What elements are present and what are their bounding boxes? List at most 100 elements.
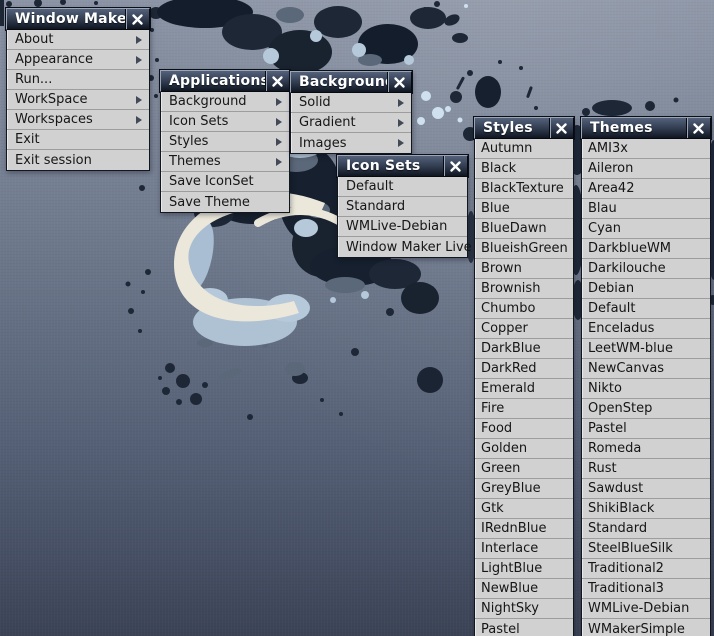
menu-item-label: Darkilouche	[588, 259, 666, 278]
menu-item-steelbluesilk[interactable]: SteelBlueSilk	[582, 539, 710, 559]
menu-item-cyan[interactable]: Cyan	[582, 219, 710, 239]
close-button[interactable]	[125, 9, 149, 29]
menu-item-gradient[interactable]: Gradient	[291, 113, 411, 133]
menu-item-golden[interactable]: Golden	[475, 439, 573, 459]
menu-item-about[interactable]: About	[7, 30, 149, 50]
menu-titlebar[interactable]: Themes	[581, 117, 711, 139]
menu-item-pastel[interactable]: Pastel	[475, 619, 573, 636]
menu-item-brownish[interactable]: Brownish	[475, 279, 573, 299]
menu-item-blacktexture[interactable]: BlackTexture	[475, 179, 573, 199]
menu-item-leetwm-blue[interactable]: LeetWM-blue	[582, 339, 710, 359]
menu-item-blau[interactable]: Blau	[582, 199, 710, 219]
menu-item-themes[interactable]: Themes	[161, 152, 289, 172]
close-button[interactable]	[443, 156, 467, 176]
menu-item-wmlive-debian[interactable]: WMLive-Debian	[582, 599, 710, 619]
menu-item-ami3x[interactable]: AMI3x	[582, 139, 710, 159]
menu-item-background[interactable]: Background	[161, 92, 289, 112]
menu-item-traditional3[interactable]: Traditional3	[582, 579, 710, 599]
menu-item-pastel[interactable]: Pastel	[582, 419, 710, 439]
menu-item-styles[interactable]: Styles	[161, 132, 289, 152]
close-button[interactable]	[387, 72, 411, 92]
close-button[interactable]	[549, 118, 573, 138]
menu-titlebar[interactable]: Icon Sets	[337, 155, 468, 177]
menu-item-run[interactable]: Run...	[7, 70, 149, 90]
menu-item-traditional2[interactable]: Traditional2	[582, 559, 710, 579]
submenu-arrow-icon	[398, 119, 404, 127]
submenu-arrow-icon	[136, 56, 142, 64]
menu-item-label: Run...	[15, 70, 52, 89]
menu-item-icon-sets[interactable]: Icon Sets	[161, 112, 289, 132]
menu-item-wmlive-debian[interactable]: WMLive-Debian	[338, 217, 467, 237]
menu-item-nikto[interactable]: Nikto	[582, 379, 710, 399]
menu-item-save-iconset[interactable]: Save IconSet	[161, 172, 289, 192]
menu-item-autumn[interactable]: Autumn	[475, 139, 573, 159]
menu-item-blue[interactable]: Blue	[475, 199, 573, 219]
menu-item-aileron[interactable]: Aileron	[582, 159, 710, 179]
menu-item-darkilouche[interactable]: Darkilouche	[582, 259, 710, 279]
menu-item-emerald[interactable]: Emerald	[475, 379, 573, 399]
menu-item-bluedawn[interactable]: BlueDawn	[475, 219, 573, 239]
menu-item-green[interactable]: Green	[475, 459, 573, 479]
menu-item-romeda[interactable]: Romeda	[582, 439, 710, 459]
submenu-arrow-icon	[136, 116, 142, 124]
close-button[interactable]	[265, 71, 289, 91]
menu-item-area42[interactable]: Area42	[582, 179, 710, 199]
menu-titlebar[interactable]: Window Maker	[6, 8, 150, 30]
close-button[interactable]	[686, 118, 710, 138]
menu-item-black[interactable]: Black	[475, 159, 573, 179]
menu-item-wmakersimple[interactable]: WMakerSimple	[582, 619, 710, 636]
menu-item-newblue[interactable]: NewBlue	[475, 579, 573, 599]
menu-item-label: Traditional3	[588, 579, 664, 598]
menu-item-gtk[interactable]: Gtk	[475, 499, 573, 519]
menu-item-save-theme[interactable]: Save Theme	[161, 192, 289, 212]
menu-item-newcanvas[interactable]: NewCanvas	[582, 359, 710, 379]
menu-item-label: Save Theme	[169, 193, 250, 212]
menu-item-standard[interactable]: Standard	[582, 519, 710, 539]
menu-item-exit-session[interactable]: Exit session	[7, 150, 149, 170]
menu-item-chumbo[interactable]: Chumbo	[475, 299, 573, 319]
menu-item-openstep[interactable]: OpenStep	[582, 399, 710, 419]
menu-item-shikiblack[interactable]: ShikiBlack	[582, 499, 710, 519]
menu-item-label: Green	[481, 459, 520, 478]
menu-item-label: NightSky	[481, 599, 539, 618]
menu-item-darkblue[interactable]: DarkBlue	[475, 339, 573, 359]
menu-item-greyblue[interactable]: GreyBlue	[475, 479, 573, 499]
menu-titlebar[interactable]: Background	[290, 71, 412, 93]
menu-titlebar[interactable]: Styles	[474, 117, 574, 139]
menu-item-food[interactable]: Food	[475, 419, 573, 439]
desktop[interactable]: Window Maker AboutAppearanceRun...WorkSp…	[0, 0, 714, 636]
menu-titlebar[interactable]: Applications	[160, 70, 290, 92]
menu-item-debian[interactable]: Debian	[582, 279, 710, 299]
menu-item-nightsky[interactable]: NightSky	[475, 599, 573, 619]
menu-item-rust[interactable]: Rust	[582, 459, 710, 479]
menu-item-exit[interactable]: Exit	[7, 130, 149, 150]
menu-item-label: Traditional2	[588, 559, 664, 578]
menu-item-label: Enceladus	[588, 319, 654, 338]
menu-item-enceladus[interactable]: Enceladus	[582, 319, 710, 339]
menu-item-fire[interactable]: Fire	[475, 399, 573, 419]
menu-item-darkred[interactable]: DarkRed	[475, 359, 573, 379]
menu-item-label: Rust	[588, 459, 617, 478]
menu-item-sawdust[interactable]: Sawdust	[582, 479, 710, 499]
menu-item-interlace[interactable]: Interlace	[475, 539, 573, 559]
menu-item-default[interactable]: Default	[582, 299, 710, 319]
menu-item-standard[interactable]: Standard	[338, 197, 467, 217]
menu-item-irednblue[interactable]: IRednBlue	[475, 519, 573, 539]
menu-item-copper[interactable]: Copper	[475, 319, 573, 339]
menu-item-appearance[interactable]: Appearance	[7, 50, 149, 70]
menu-item-blueishgreen[interactable]: BlueishGreen	[475, 239, 573, 259]
menu-item-label: LightBlue	[481, 559, 542, 578]
menu-item-lightblue[interactable]: LightBlue	[475, 559, 573, 579]
menu-item-brown[interactable]: Brown	[475, 259, 573, 279]
menu-item-window-maker-live[interactable]: Window Maker Live	[338, 237, 467, 257]
menu-item-default[interactable]: Default	[338, 177, 467, 197]
menu-body: BackgroundIcon SetsStylesThemesSave Icon…	[160, 92, 290, 213]
menu-item-workspaces[interactable]: Workspaces	[7, 110, 149, 130]
menu-item-darkbluewm[interactable]: DarkblueWM	[582, 239, 710, 259]
menu-item-images[interactable]: Images	[291, 133, 411, 153]
menu-item-solid[interactable]: Solid	[291, 93, 411, 113]
menu-item-label: Images	[299, 134, 347, 153]
menu-item-workspace[interactable]: WorkSpace	[7, 90, 149, 110]
menu-item-label: Nikto	[588, 379, 622, 398]
menu-item-label: DarkblueWM	[588, 239, 671, 258]
